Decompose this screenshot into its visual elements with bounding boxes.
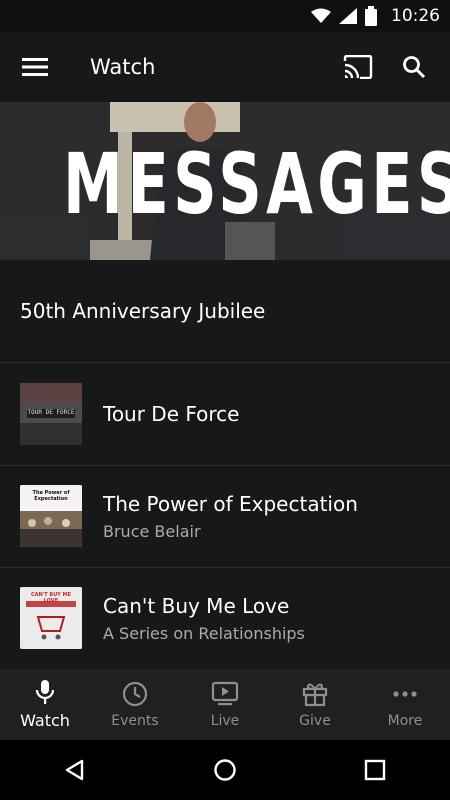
home-circle-icon (214, 759, 236, 781)
page-title: Watch (90, 55, 156, 79)
nav-events[interactable]: Events (90, 669, 180, 740)
app-bar: Watch (0, 32, 450, 102)
nav-label: Live (210, 712, 240, 729)
menu-button[interactable] (0, 32, 70, 102)
list-item-title: Can't Buy Me Love (103, 593, 290, 618)
cast-button[interactable] (330, 32, 386, 102)
list-item-subtitle: Bruce Belair (103, 521, 201, 541)
nav-label: Watch (20, 711, 70, 730)
wifi-icon (311, 8, 331, 23)
list-item[interactable]: The Power of Expectation The Power of Ex… (0, 465, 450, 568)
list-item-title: The Power of Expectation (103, 491, 358, 516)
thumb-text: CAN'T BUY ME LOVE (30, 592, 72, 604)
signal-icon (339, 8, 357, 24)
nav-watch[interactable]: Watch (0, 669, 90, 740)
gift-icon (302, 683, 328, 706)
back-triangle-icon (65, 759, 84, 781)
thumb-text: The Power of Expectation (32, 490, 70, 502)
clock-icon (122, 681, 148, 706)
microphone-icon (35, 680, 55, 704)
back-button[interactable] (40, 740, 110, 800)
bottom-navigation: Watch Events Live Give More (0, 669, 450, 740)
nav-label: Events (111, 712, 159, 729)
nav-label: Give (299, 712, 331, 729)
list-item-text: Can't Buy Me Love A Series on Relationsh… (103, 594, 305, 643)
battery-icon (365, 6, 377, 26)
list-item[interactable]: CAN'T BUY ME LOVE Can't Buy Me Love A Se… (0, 567, 450, 670)
nav-give[interactable]: Give (270, 669, 360, 740)
status-bar: 10:26 (0, 0, 450, 32)
cast-icon (343, 55, 373, 79)
hero-banner[interactable]: MESSAGES (0, 102, 450, 260)
list-item-subtitle: A Series on Relationships (103, 623, 305, 643)
series-thumbnail: The Power of Expectation (20, 485, 82, 547)
list-item-text: Tour De Force (103, 402, 239, 426)
nav-more[interactable]: More (360, 669, 450, 740)
recents-button[interactable] (340, 740, 410, 800)
nav-label: More (387, 712, 423, 729)
series-thumbnail: TOUR DE FORCE (20, 383, 82, 445)
series-thumbnail: CAN'T BUY ME LOVE (20, 587, 82, 649)
status-icons: 10:26 (311, 6, 450, 26)
list-item-text: The Power of Expectation Bruce Belair (103, 492, 358, 541)
search-button[interactable] (386, 32, 442, 102)
system-navigation-bar (0, 740, 450, 800)
thumb-text: TOUR DE FORCE (27, 409, 75, 416)
list-item[interactable]: TOUR DE FORCE Tour De Force (0, 363, 450, 466)
hero-title: MESSAGES (63, 135, 450, 233)
hamburger-icon (22, 58, 48, 76)
featured-series-title: 50th Anniversary Jubilee (20, 299, 266, 323)
status-time: 10:26 (391, 6, 440, 26)
home-button[interactable] (190, 740, 260, 800)
search-icon (403, 56, 426, 79)
tv-play-icon (211, 681, 239, 705)
featured-series[interactable]: 50th Anniversary Jubilee (0, 260, 450, 363)
nav-live[interactable]: Live (180, 669, 270, 740)
more-dots-icon (393, 690, 417, 697)
list-item-title: Tour De Force (103, 402, 240, 426)
recents-square-icon (364, 759, 386, 781)
